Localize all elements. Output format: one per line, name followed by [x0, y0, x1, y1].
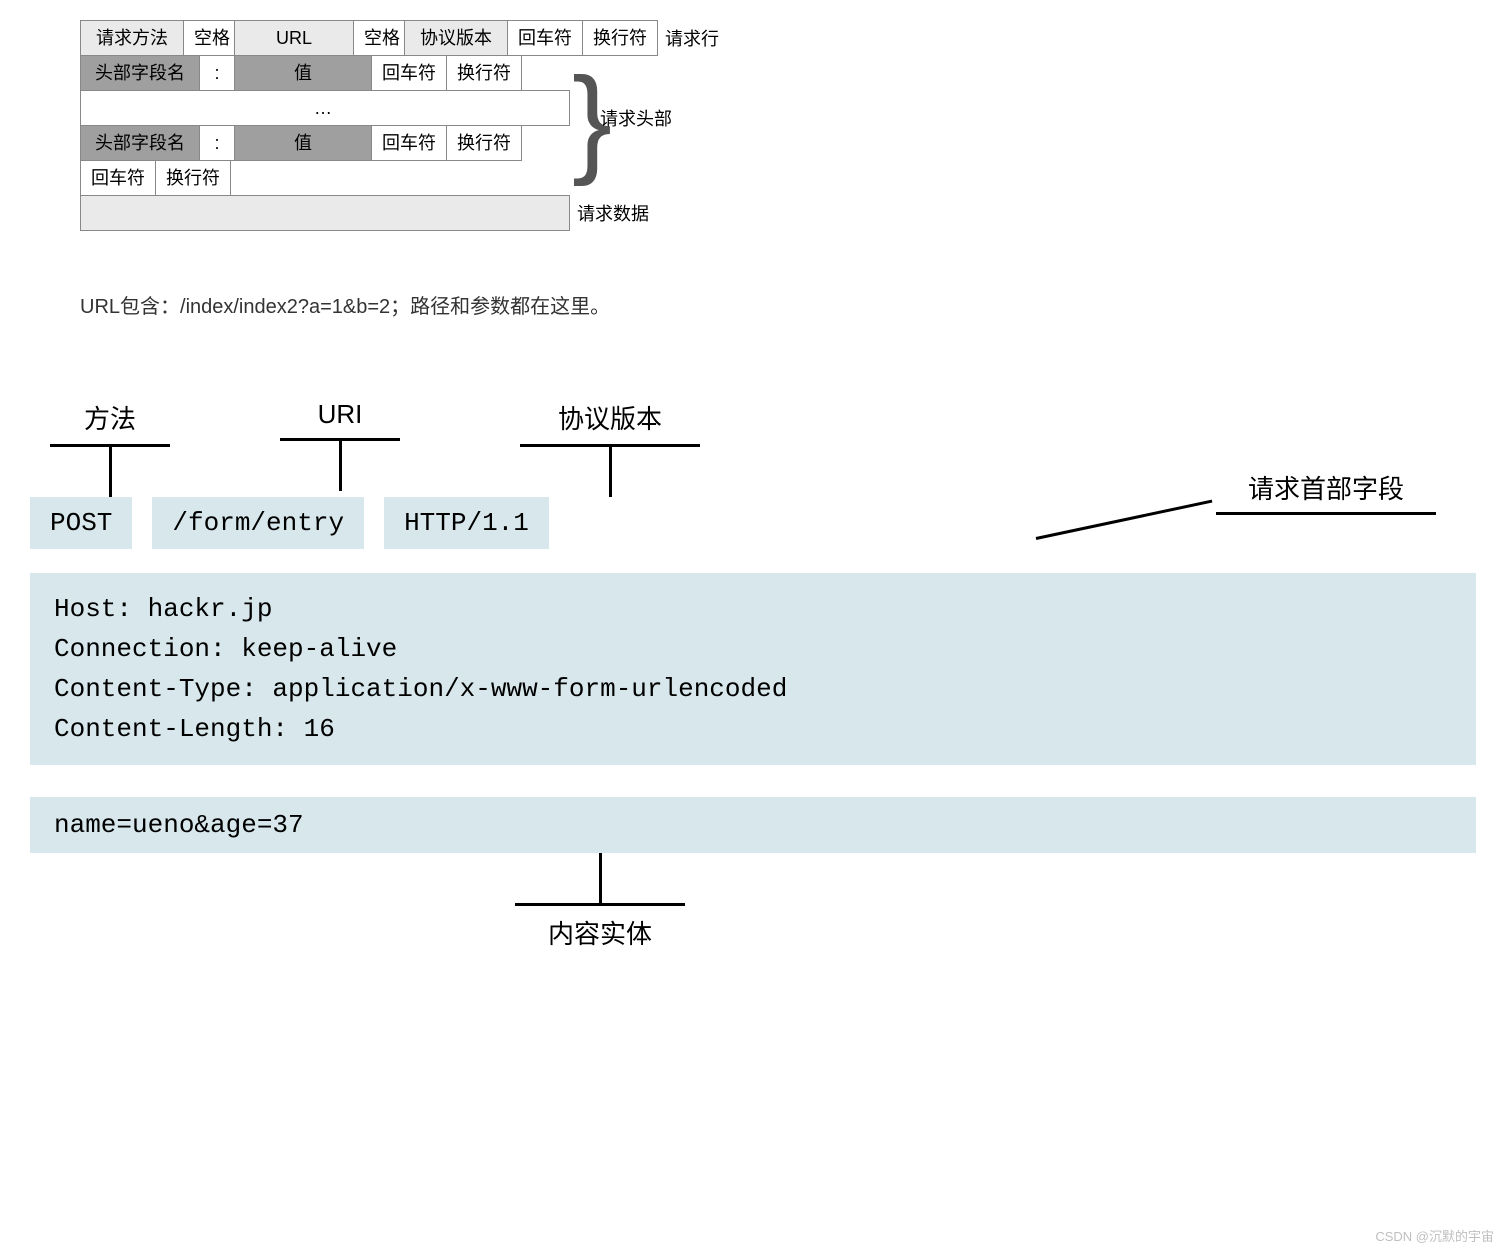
cell-space-1: 空格	[183, 20, 235, 56]
label-request-header-fields: 请求首部字段	[1216, 469, 1436, 506]
chip-method: POST	[30, 497, 132, 549]
label-request-line: 请求行	[657, 20, 727, 56]
cell-url: URL	[234, 20, 354, 56]
cell-ellipsis: …	[80, 90, 570, 126]
http-request-structure-diagram: 请求方法 空格 URL 空格 协议版本 回车符 换行符 请求行 头部字段名 : …	[80, 20, 1476, 231]
cell-lf-3: 换行符	[446, 125, 522, 161]
label-request-body: 请求数据	[569, 195, 657, 231]
headers-block: Host: hackr.jp Connection: keep-alive Co…	[30, 573, 1476, 765]
cell-lf-1: 换行符	[582, 20, 658, 56]
http-request-example: 方法 URI 协议版本 POST /form/entry HTTP/1.1 Ho…	[30, 399, 1476, 951]
chip-uri: /form/entry	[152, 497, 364, 549]
url-note: URL包含：/index/index2?a=1&b=2；路径和参数都在这里。	[80, 290, 1476, 319]
label-method: 方法	[50, 399, 170, 436]
cell-version: 协议版本	[404, 20, 508, 56]
cell-cr-3: 回车符	[371, 125, 447, 161]
cell-cr-4: 回车符	[80, 160, 156, 196]
label-entity-body: 内容实体	[450, 914, 750, 951]
label-protocol-version: 协议版本	[510, 399, 710, 436]
label-request-headers: 请求头部	[600, 105, 672, 131]
label-uri: URI	[230, 399, 450, 430]
cell-value-2: 值	[234, 125, 372, 161]
cell-cr-1: 回车符	[507, 20, 583, 56]
cell-header-name-2: 头部字段名	[80, 125, 200, 161]
cell-cr-2: 回车符	[371, 55, 447, 91]
cell-header-name-1: 头部字段名	[80, 55, 200, 91]
cell-value-1: 值	[234, 55, 372, 91]
cell-request-body	[80, 195, 570, 231]
callout-request-headers: 请求首部字段	[1216, 469, 1436, 515]
watermark: CSDN @沉默的宇宙	[1375, 1226, 1494, 1245]
cell-method: 请求方法	[80, 20, 184, 56]
cell-space-2: 空格	[353, 20, 405, 56]
cell-lf-4: 换行符	[155, 160, 231, 196]
chip-version: HTTP/1.1	[384, 497, 549, 549]
body-block: name=ueno&age=37	[30, 797, 1476, 853]
entity-marker: 内容实体	[450, 853, 750, 951]
cell-colon-1: :	[199, 55, 235, 91]
cell-colon-2: :	[199, 125, 235, 161]
cell-lf-2: 换行符	[446, 55, 522, 91]
